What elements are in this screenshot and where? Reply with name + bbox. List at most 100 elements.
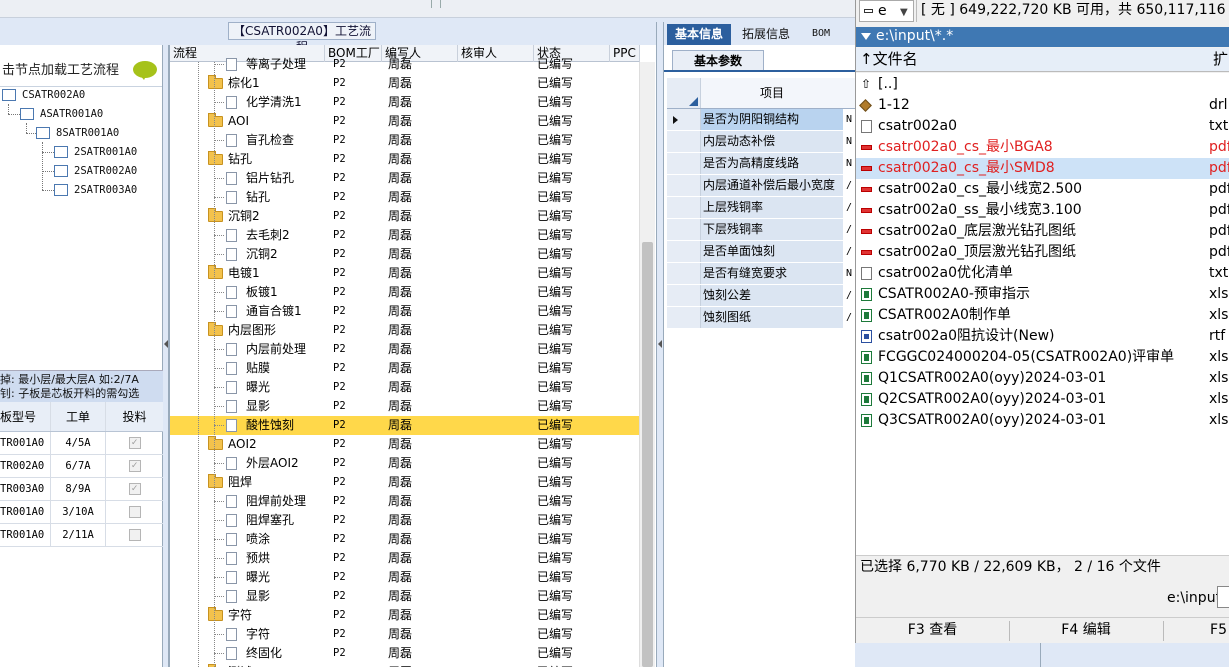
file-row[interactable]: csatr002a0阻抗设计(New) rtf [856,326,1229,347]
file-row[interactable]: Q1CSATR002A0(oyy)2024-03-01 xls [856,368,1229,389]
process-row[interactable]: 阻焊塞孔 P2 周磊 已编写 [170,511,640,530]
process-row[interactable]: 内层图形 P2 周磊 已编写 [170,321,640,340]
file-row[interactable]: csatr002a0_ss_最小线宽3.100 pdf [856,200,1229,221]
file-row[interactable]: csatr002a0优化清单 txt [856,263,1229,284]
tree-node[interactable]: ASATR001A0 [20,104,103,123]
file-row[interactable]: ⇧ [..] [856,74,1229,95]
process-row[interactable]: 板镀1 P2 周磊 已编写 [170,283,640,302]
command-input[interactable] [1217,586,1229,608]
param-row[interactable]: 是否单面蚀刻 / [667,241,855,263]
fed-checkbox[interactable]: ✓ [128,483,141,495]
param-row[interactable]: 是否有缝宽要求 N [667,263,855,285]
process-row[interactable]: 曝光 P2 周磊 已编写 [170,568,640,587]
file-row[interactable]: CSATR002A0制作单 xls [856,305,1229,326]
collapse-arrow-icon[interactable] [164,340,168,348]
file-row[interactable]: Q3CSATR002A0(oyy)2024-03-01 xls [856,410,1229,431]
process-row[interactable]: 喷涂 P2 周磊 已编写 [170,530,640,549]
process-row[interactable]: 阻焊 P2 周磊 已编写 [170,473,640,492]
param-row[interactable]: 蚀刻图纸 / [667,307,855,329]
fed-checkbox[interactable]: ✓ [128,460,141,472]
process-row[interactable]: 铝片钻孔 P2 周磊 已编写 [170,169,640,188]
file-row[interactable]: csatr002a0_cs_最小SMD8 pdf [856,158,1229,179]
process-row[interactable]: 字符 P2 周磊 已编写 [170,606,640,625]
tab-extended-info[interactable]: 拓展信息 [735,24,797,45]
param-row[interactable]: 上层残铜率 / [667,197,855,219]
process-row[interactable]: AOI2 P2 周磊 已编写 [170,435,640,454]
file-row[interactable]: csatr002a0_顶层激光钻孔图纸 pdf [856,242,1229,263]
process-row[interactable]: 钻孔 P2 周磊 已编写 [170,150,640,169]
tab-bom[interactable]: BOM [801,24,841,45]
col-extension[interactable]: 扩 [1213,48,1228,70]
process-row[interactable]: 测试 P2 周磊 已编写 [170,663,640,667]
process-row[interactable]: 字符 P2 周磊 已编写 [170,625,640,644]
param-row[interactable]: 是否为高精度线路 N [667,153,855,175]
process-row[interactable]: 化学清洗1 P2 周磊 已编写 [170,93,640,112]
process-row[interactable]: 钻孔 P2 周磊 已编写 [170,188,640,207]
process-row[interactable]: 内层前处理 P2 周磊 已编写 [170,340,640,359]
file-row[interactable]: FCGGC024000204-05(CSATR002A0)评审单 xls [856,347,1229,368]
process-row[interactable]: 去毛刺2 P2 周磊 已编写 [170,226,640,245]
scroll-thumb[interactable] [642,242,653,667]
col-item[interactable]: 项目 [701,78,843,109]
order-row[interactable]: TR001A0 3/10A [0,501,163,524]
process-row[interactable]: 预烘 P2 周磊 已编写 [170,549,640,568]
tree-node[interactable]: CSATR002A0 [2,85,85,104]
f4-edit-button[interactable]: F4 编辑 [1009,618,1163,644]
process-row[interactable]: 电镀1 P2 周磊 已编写 [170,264,640,283]
fed-checkbox[interactable] [128,529,141,541]
chevron-down-icon[interactable]: ▼ [900,3,908,23]
process-row[interactable]: 显影 P2 周磊 已编写 [170,397,640,416]
process-row[interactable]: 棕化1 P2 周磊 已编写 [170,74,640,93]
process-row[interactable]: 沉铜2 P2 周磊 已编写 [170,207,640,226]
tree-node[interactable]: 2SATR002A0 [54,161,137,180]
file-row[interactable]: CSATR002A0-预审指示 xls [856,284,1229,305]
process-row[interactable]: 终固化 P2 周磊 已编写 [170,644,640,663]
path-dropdown-icon[interactable] [861,33,871,40]
param-row[interactable]: 下层残铜率 / [667,219,855,241]
process-row[interactable]: 盲孔检查 P2 周磊 已编写 [170,131,640,150]
process-row[interactable]: 酸性蚀刻 P2 周磊 已编写 [170,416,640,435]
process-scrollbar[interactable] [639,62,655,667]
param-row[interactable]: 内层动态补偿 N [667,131,855,153]
col-board[interactable]: 板型号 [0,408,50,425]
process-row[interactable]: 通盲合镀1 P2 周磊 已编写 [170,302,640,321]
process-row[interactable]: 等离子处理 P2 周磊 已编写 [170,55,640,74]
chat-bubble-icon[interactable] [133,61,157,80]
drive-select[interactable]: e ▼ [859,0,914,22]
fed-checkbox[interactable] [128,506,141,518]
order-row[interactable]: TR002A0 6/7A ✓ [0,455,163,478]
fed-checkbox[interactable]: ✓ [128,437,141,449]
collapse-arrow-icon[interactable] [658,340,662,348]
process-row[interactable]: 贴膜 P2 周磊 已编写 [170,359,640,378]
resize-grip[interactable] [431,0,441,8]
process-row[interactable]: 沉铜2 P2 周磊 已编写 [170,245,640,264]
tree-node[interactable]: 2SATR001A0 [54,142,137,161]
tree-node[interactable]: 8SATR001A0 [36,123,119,142]
param-row[interactable]: 内层通道补偿后最小宽度 / [667,175,855,197]
param-row[interactable]: 是否为阴阳铜结构 N [667,109,855,131]
process-row[interactable]: AOI P2 周磊 已编写 [170,112,640,131]
file-row[interactable]: csatr002a0 txt [856,116,1229,137]
f3-view-button[interactable]: F3 查看 [856,618,1009,644]
file-row[interactable]: csatr002a0_cs_最小BGA8 pdf [856,137,1229,158]
info-splitter[interactable] [1040,642,1049,667]
order-row[interactable]: TR001A0 2/11A [0,524,163,547]
order-row[interactable]: TR003A0 8/9A ✓ [0,478,163,501]
file-row[interactable]: csatr002a0_cs_最小线宽2.500 pdf [856,179,1229,200]
process-row[interactable]: 显影 P2 周磊 已编写 [170,587,640,606]
process-row[interactable]: 曝光 P2 周磊 已编写 [170,378,640,397]
tab-basic-params[interactable]: 基本参数 [672,50,764,71]
tab-basic-info[interactable]: 基本信息 [667,24,731,45]
process-row[interactable]: 阻焊前处理 P2 周磊 已编写 [170,492,640,511]
col-filename[interactable]: ↑文件名 [860,48,918,70]
col-order[interactable]: 工单 [50,402,105,431]
file-row[interactable]: 1-12 drl [856,95,1229,116]
param-row[interactable]: 蚀刻公差 / [667,285,855,307]
col-fed[interactable]: 投料 [105,402,163,431]
file-row[interactable]: csatr002a0_底层激光钻孔图纸 pdf [856,221,1229,242]
order-row[interactable]: TR001A0 4/5A ✓ [0,432,163,455]
process-row[interactable]: 外层AOI2 P2 周磊 已编写 [170,454,640,473]
file-row[interactable]: Q2CSATR002A0(oyy)2024-03-01 xls [856,389,1229,410]
f5-copy-button[interactable]: F5 [1163,618,1229,644]
tree-node[interactable]: 2SATR003A0 [54,180,137,199]
